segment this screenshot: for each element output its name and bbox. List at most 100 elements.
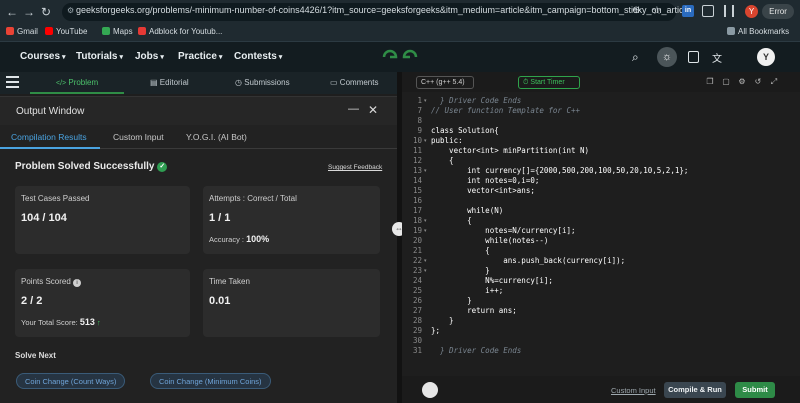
menu-practice[interactable]: Practice ▾ (178, 51, 222, 62)
solve-next-chip[interactable]: Coin Change (Count Ways) (16, 373, 126, 389)
back-icon[interactable]: ← (4, 4, 20, 20)
profile-avatar[interactable]: Y (745, 5, 758, 18)
user-avatar[interactable]: Y (757, 48, 775, 66)
code-line: { (431, 156, 454, 165)
clock-icon: ◷ (235, 78, 242, 87)
points-value: 2 / 2 (21, 295, 43, 307)
code-line: { (431, 246, 490, 255)
document-icon: ▤ (150, 78, 158, 87)
site-info-icon[interactable]: ⚙ (67, 6, 74, 15)
browser-toolbar: ← → ↻ ⚙ geeksforgeeks.org/problems/-mini… (0, 0, 800, 24)
extensions-icon[interactable] (702, 5, 714, 17)
timer-icon: ⏱ (523, 79, 529, 86)
menu-tutorials[interactable]: Tutorials ▾ (76, 51, 123, 62)
linkedin-extension-icon[interactable]: in (682, 5, 694, 17)
url-text: geeksforgeeks.org/problems/-minimum-numb… (76, 5, 691, 15)
menu-contests[interactable]: Contests ▾ (234, 51, 282, 62)
accuracy: Accuracy : 100% (209, 234, 270, 244)
bookmark-star-icon[interactable]: ☆ (652, 4, 662, 17)
close-icon[interactable]: ✕ (368, 103, 378, 117)
solve-next-chip[interactable]: Coin Change (Minimum Coins) (150, 373, 271, 389)
adblock-icon (138, 27, 146, 35)
search-icon[interactable]: ⌕ (632, 50, 639, 65)
chevron-down-icon: ▾ (218, 54, 223, 61)
forward-icon[interactable]: → (21, 4, 37, 20)
active-tab-indicator (30, 92, 124, 94)
maps-icon (102, 27, 110, 35)
tab-submissions[interactable]: ◷ Submissions (235, 78, 290, 87)
line-number: 17 (412, 206, 422, 215)
gmail-icon (6, 27, 14, 35)
youtube-icon (45, 27, 53, 35)
copy-icon[interactable]: ❐ (705, 77, 715, 87)
fold-arrow-icon[interactable]: ▾ (424, 266, 427, 276)
bookmark-maps[interactable]: Maps (102, 27, 133, 36)
split-view-icon[interactable] (724, 5, 734, 17)
line-number: 11 (412, 146, 422, 155)
menu-jobs[interactable]: Jobs ▾ (135, 51, 164, 62)
reset-icon[interactable]: ↺ (753, 77, 763, 87)
start-timer-button[interactable]: ⏱ Start Timer (518, 76, 580, 89)
tab-custom-input[interactable]: Custom Input (113, 132, 164, 142)
tab-problem[interactable]: </> Problem (56, 78, 98, 87)
code-icon: </> (56, 80, 67, 87)
fold-arrow-icon[interactable]: ▾ (424, 136, 427, 146)
line-number: 31 (412, 346, 422, 355)
code-line: } Driver Code Ends (431, 346, 522, 355)
code-editor[interactable]: 1 ▾ } Driver Code Ends 7// User function T… (402, 92, 800, 376)
code-line: int notes=0,i=0; (431, 176, 540, 185)
line-number: 10 (412, 136, 422, 145)
line-number: 24 (412, 276, 422, 285)
custom-input-link[interactable]: Custom Input (611, 386, 656, 395)
tab-compilation-results[interactable]: Compilation Results (11, 132, 87, 142)
tab-editorial[interactable]: ▤ Editorial (150, 78, 189, 87)
points-card: Points Scored i 2 / 2 Your Total Score: … (15, 269, 190, 337)
hamburger-menu-icon[interactable] (6, 76, 19, 88)
address-bar[interactable]: ⚙ geeksforgeeks.org/problems/-minimum-nu… (62, 3, 691, 21)
error-button[interactable]: Error (762, 4, 794, 19)
line-number: 13 (412, 166, 422, 175)
output-header: Output Window — ✕ (0, 97, 397, 125)
chevron-down-icon: ▾ (278, 54, 283, 61)
code-line: return ans; (431, 306, 517, 315)
line-number: 7 (417, 106, 422, 115)
line-number: 16 (412, 196, 422, 205)
tab-comments[interactable]: ▭ Comments (330, 78, 378, 87)
fullscreen-icon[interactable]: ▢ (721, 77, 731, 87)
hint-bulb-icon[interactable] (422, 382, 438, 398)
fold-arrow-icon[interactable]: ▾ (424, 216, 427, 226)
translate-icon[interactable]: 文 (712, 50, 722, 65)
bookmark-gmail[interactable]: Gmail (6, 27, 38, 36)
submit-button[interactable]: Submit (735, 382, 775, 398)
code-line: { (431, 216, 472, 225)
fold-arrow-icon[interactable]: ▾ (424, 166, 427, 176)
reload-icon[interactable]: ↻ (38, 4, 54, 20)
notes-icon[interactable] (688, 51, 699, 63)
theme-toggle-icon[interactable]: ☼ (657, 47, 677, 67)
suggest-feedback-link[interactable]: Suggest Feedback (328, 164, 382, 171)
line-number: 1 (417, 96, 422, 105)
menu-courses[interactable]: Courses ▾ (20, 51, 66, 62)
minimize-icon[interactable]: — (348, 103, 359, 115)
line-number: 30 (412, 336, 422, 345)
zoom-icon[interactable]: ⊕ (632, 5, 640, 16)
compile-run-button[interactable]: Compile & Run (664, 382, 726, 398)
tab-yogi-ai-bot[interactable]: Y.O.G.I. (AI Bot) (186, 132, 247, 142)
bookmark-adblock[interactable]: Adblock for Youtub... (138, 27, 222, 36)
all-bookmarks[interactable]: All Bookmarks (727, 27, 789, 36)
line-number: 23 (412, 266, 422, 275)
fold-arrow-icon[interactable]: ▾ (424, 256, 427, 266)
settings-icon[interactable]: ⚙ (737, 77, 747, 87)
expand-icon[interactable]: ⤢ (769, 77, 779, 87)
bookmark-youtube[interactable]: YouTube (45, 27, 87, 36)
line-number: 18 (412, 216, 422, 225)
info-icon[interactable]: i (73, 279, 82, 287)
language-select[interactable]: C++ (g++ 5.4) (416, 76, 474, 89)
gfg-logo-icon[interactable] (381, 48, 419, 66)
site-header: Courses ▾ Tutorials ▾ Jobs ▾ Practice ▾ Cont… (0, 42, 800, 72)
output-window: Output Window — ✕ Compilation Results Cu… (0, 96, 397, 403)
code-line: ans.push_back(currency[i]); (431, 256, 626, 265)
fold-arrow-icon[interactable]: ▾ (424, 96, 427, 106)
line-number: 22 (412, 256, 422, 265)
fold-arrow-icon[interactable]: ▾ (424, 226, 427, 236)
